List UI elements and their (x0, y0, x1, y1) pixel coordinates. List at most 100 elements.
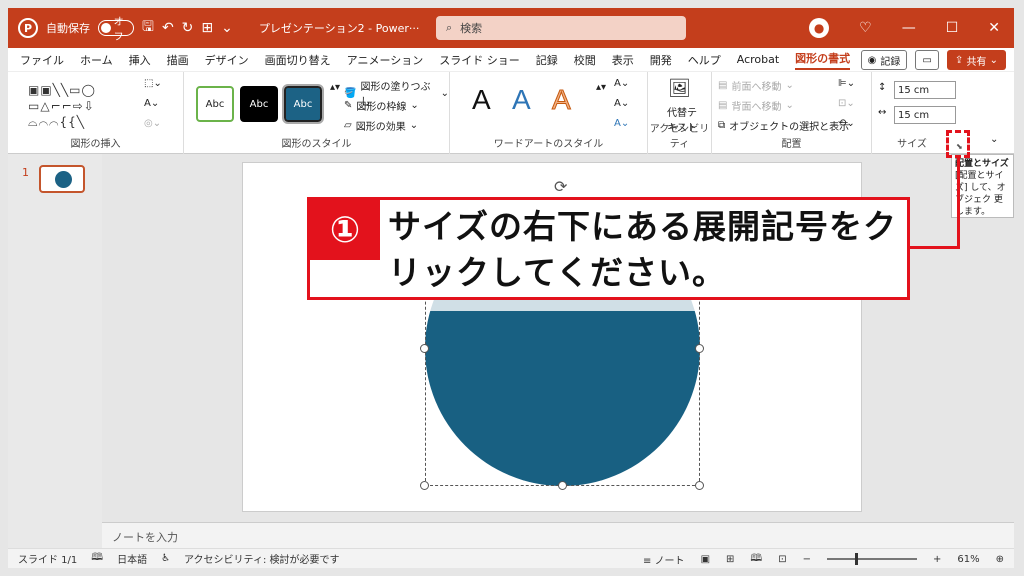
arrange-label: 配置 (781, 139, 802, 150)
slideshow-icon[interactable]: ⊡ (778, 554, 786, 565)
slide-thumbnail-pane: 1 (8, 154, 102, 548)
instruction-text: サイズの右下にある展開記号をクリックしてください。 (388, 207, 898, 292)
resize-handle[interactable] (420, 481, 429, 490)
shape-style-black[interactable]: Abc (240, 86, 278, 122)
collapse-ribbon-icon[interactable]: ⌄ (990, 134, 998, 145)
step-number: ① (310, 200, 380, 260)
record-button[interactable]: ◉ 記録 (860, 50, 908, 70)
shapes-gallery[interactable]: ▣▣╲╲▭◯ ▭△⌐⌐⇨⇩ ⌓⌒⌒{{╲ (28, 82, 128, 130)
tab-design[interactable]: デザイン (205, 52, 249, 68)
tab-draw[interactable]: 描画 (167, 52, 189, 68)
edit-shape-icon[interactable]: ⬚⌄ (144, 78, 162, 89)
accessibility-group: 🖼 代替テ キスト アクセシビリティ (648, 72, 712, 154)
alt-text-icon[interactable]: 🖼 (668, 78, 691, 99)
resize-handle[interactable] (420, 344, 429, 353)
notes-button[interactable]: ≡ ノート (643, 552, 685, 567)
wordart-style-blue[interactable]: A (512, 84, 531, 116)
callout-connector (957, 158, 960, 249)
presenter-icon[interactable]: ⊞ (201, 20, 213, 36)
autosave-toggle[interactable]: オフ (98, 17, 134, 43)
lightbulb-icon[interactable]: ♡ (859, 20, 872, 36)
selection-pane-icon: ⧉ (718, 120, 726, 131)
customize-toolbar-icon[interactable]: ⌄ (221, 20, 233, 36)
tab-home[interactable]: ホーム (80, 52, 113, 68)
rotate-icon[interactable]: ⟲⌄ (838, 118, 855, 129)
thumbnail-circle (55, 171, 72, 188)
tab-acrobat[interactable]: Acrobat (737, 53, 779, 66)
callout-connector (910, 246, 960, 249)
shape-effects-button[interactable]: ▱ 図形の効果 ⌄ (344, 118, 418, 133)
insert-shapes-label: 図形の挿入 (70, 139, 121, 150)
width-icon: ↔ (878, 107, 887, 118)
resize-handle[interactable] (695, 481, 704, 490)
share-button[interactable]: ⇪ 共有 ⌄ (946, 50, 1006, 70)
notes-input[interactable]: ノートを入力 (102, 522, 1014, 548)
fit-slide-icon[interactable]: ⊕ (996, 554, 1004, 565)
zoom-in-button[interactable]: + (933, 554, 941, 565)
shape-style-green[interactable]: Abc (196, 86, 234, 122)
height-input[interactable]: 15 cm (894, 81, 956, 99)
resize-handle[interactable] (558, 481, 567, 490)
tab-shape-format[interactable]: 図形の書式 (795, 50, 851, 70)
ribbon-tabs: ファイル ホーム 挿入 描画 デザイン 画面切り替え アニメーション スライド … (8, 48, 1014, 72)
language-label[interactable]: 日本語 (117, 551, 147, 566)
book-icon[interactable]: 🕮 (91, 550, 103, 567)
align-icon[interactable]: ⊫⌄ (838, 78, 855, 89)
tab-view[interactable]: 表示 (612, 52, 634, 68)
shape-style-blue[interactable]: Abc (282, 84, 324, 124)
text-effects-icon[interactable]: A⌄ (614, 118, 629, 129)
minimize-button[interactable]: — (902, 20, 916, 36)
highlight-box (946, 130, 970, 158)
tab-animations[interactable]: アニメーション (347, 52, 424, 68)
wordart-style-black[interactable]: A (472, 84, 491, 116)
search-input[interactable]: ⌕ 検索 (436, 16, 686, 40)
shape-styles-group: Abc Abc Abc ▴▾ 🪣 図形の塗りつぶし ⌄ ✎ 図形の枠線 ⌄ ▱ 図形の効果… (184, 72, 450, 154)
bring-forward-button[interactable]: ▤ 前面へ移動 ⌄ (718, 78, 794, 93)
maximize-button[interactable]: ☐ (946, 20, 959, 36)
tab-help[interactable]: ヘルプ (688, 52, 721, 68)
text-outline-icon[interactable]: A⌄ (614, 98, 629, 109)
normal-view-icon[interactable]: ▣ (701, 554, 710, 565)
effects-icon: ▱ (344, 120, 352, 131)
title-bar: P 自動保存 オフ 🖫 ↶ ↻ ⊞ ⌄ プレゼンテーション2 - Power··… (8, 8, 1014, 48)
tab-transitions[interactable]: 画面切り替え (265, 52, 331, 68)
style-gallery-scroll[interactable]: ▴▾ (330, 82, 340, 93)
selection-pane-button[interactable]: ⧉ オブジェクトの選択と表示 (718, 118, 849, 133)
tab-file[interactable]: ファイル (20, 52, 64, 68)
tab-review[interactable]: 校閲 (574, 52, 596, 68)
tab-slideshow[interactable]: スライド ショー (439, 52, 520, 68)
text-box-icon[interactable]: A⌄ (144, 98, 159, 109)
rotate-handle-icon[interactable]: ⟳ (554, 177, 567, 196)
group-icon[interactable]: ⊡⌄ (838, 98, 855, 109)
account-avatar[interactable]: ● (809, 18, 830, 38)
zoom-slider[interactable] (826, 553, 917, 565)
slide-thumbnail[interactable] (39, 165, 85, 193)
resize-handle[interactable] (695, 344, 704, 353)
merge-shapes-icon[interactable]: ◎⌄ (144, 118, 161, 129)
close-button[interactable]: ✕ (988, 20, 1000, 36)
send-backward-button[interactable]: ▤ 背面へ移動 ⌄ (718, 98, 794, 113)
size-label: サイズ (897, 139, 927, 150)
tooltip-title: 配置とサイズ (955, 159, 1009, 169)
zoom-out-button[interactable]: − (803, 554, 811, 565)
wordart-style-orange[interactable]: A (552, 84, 572, 116)
pen-icon: ✎ (344, 100, 353, 111)
text-fill-icon[interactable]: A⌄ (614, 78, 629, 89)
zoom-level[interactable]: 61% (957, 554, 979, 565)
powerpoint-logo-icon: P (18, 18, 38, 38)
tab-insert[interactable]: 挿入 (129, 52, 151, 68)
tab-developer[interactable]: 開発 (650, 52, 672, 68)
wordart-styles-group: A A A ▴▾ A⌄ A⌄ A⌄ ワードアートのスタイル (450, 72, 648, 154)
width-input[interactable]: 15 cm (894, 106, 956, 124)
undo-icon[interactable]: ↶ (162, 20, 174, 36)
slide-sorter-icon[interactable]: ⊞ (726, 554, 734, 565)
save-icon[interactable]: 🖫 (142, 16, 154, 40)
comments-button[interactable]: ▭ (915, 50, 939, 70)
reading-view-icon[interactable]: 🕮 (750, 551, 762, 568)
share-icon: ⇪ (954, 54, 964, 66)
wordart-gallery-scroll[interactable]: ▴▾ (596, 82, 606, 93)
tab-record[interactable]: 記録 (536, 52, 558, 68)
shape-outline-button[interactable]: ✎ 図形の枠線 ⌄ (344, 98, 419, 113)
redo-icon[interactable]: ↻ (182, 20, 194, 36)
accessibility-status[interactable]: アクセシビリティ: 検討が必要です (184, 551, 339, 566)
